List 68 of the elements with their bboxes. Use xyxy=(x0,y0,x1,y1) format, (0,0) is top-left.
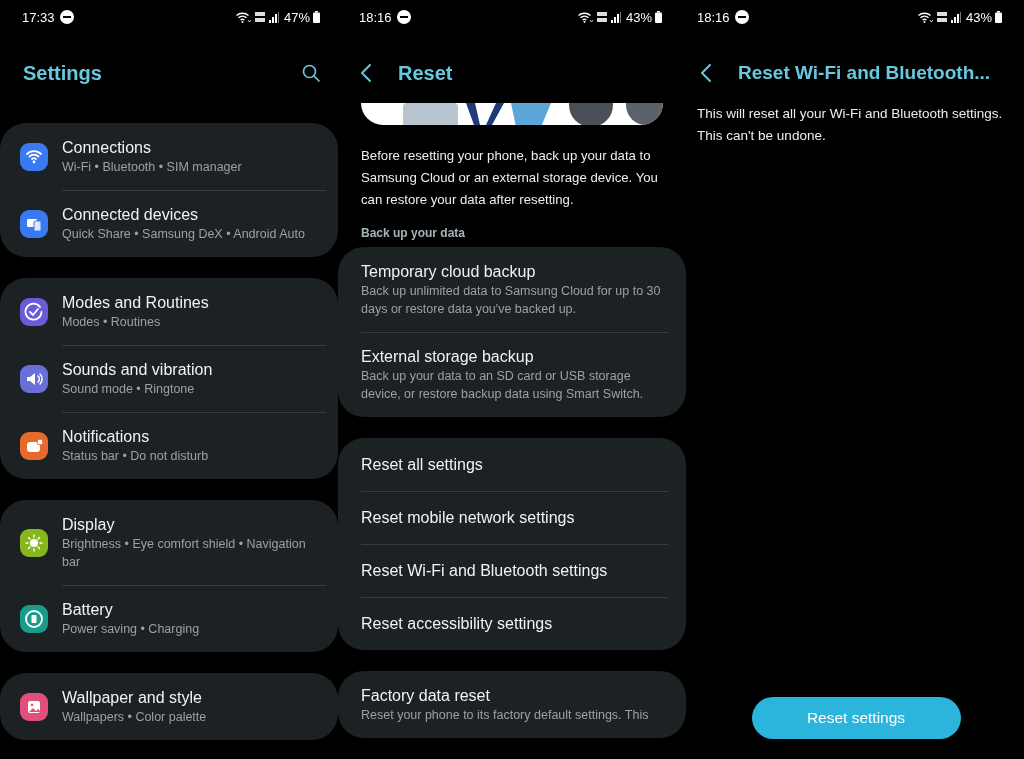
signal-icon xyxy=(950,11,961,23)
settings-item[interactable]: Notifications Status bar • Do not disturb xyxy=(0,412,338,479)
battery-icon xyxy=(655,11,662,23)
do-not-disturb-icon xyxy=(59,10,74,24)
do-not-disturb-icon xyxy=(734,10,749,24)
settings-item[interactable]: Factory data reset Reset your phone to its factory default settings. This xyxy=(338,671,686,738)
item-title: External storage backup xyxy=(361,347,535,367)
status-time: 18:16 xyxy=(359,9,392,25)
wifi-icon xyxy=(234,11,251,23)
item-subtitle: Quick Share • Samsung DeX • Android Auto xyxy=(62,226,305,243)
status-time: 18:16 xyxy=(697,9,730,25)
battery-percentage: 43% xyxy=(625,9,652,25)
settings-item[interactable]: Connected devices Quick Share • Samsung DeX • Android Auto xyxy=(0,190,338,257)
item-title: Factory data reset xyxy=(361,686,491,706)
item-title: Reset mobile network settings xyxy=(361,508,575,528)
signal-icon xyxy=(268,11,279,23)
settings-item[interactable]: Modes and Routines Modes • Routines xyxy=(0,278,338,345)
back-icon[interactable] xyxy=(700,63,712,83)
settings-item[interactable]: Reset Wi-Fi and Bluetooth settings xyxy=(338,544,686,597)
settings-item[interactable]: Reset mobile network settings xyxy=(338,491,686,544)
item-subtitle: Reset your phone to its factory default settings. This xyxy=(361,707,649,724)
item-title: Temporary cloud backup xyxy=(361,262,537,282)
item-title: Display xyxy=(62,515,116,535)
item-subtitle: Brightness • Eye comfort shield • Navigation bar xyxy=(62,536,307,571)
settings-item[interactable]: Sounds and vibration Sound mode • Ringtone xyxy=(0,345,338,412)
search-icon[interactable] xyxy=(302,64,320,82)
signal-icon xyxy=(610,11,621,23)
item-title: Connected devices xyxy=(62,205,200,225)
settings-item[interactable]: Reset accessibility settings xyxy=(338,597,686,650)
item-subtitle: Wi-Fi • Bluetooth • SIM manager xyxy=(62,159,242,176)
settings-item[interactable]: External storage backup Back up your data to an SD card or USB storage device, or restore backup data using Smart Switch. xyxy=(338,332,686,417)
item-subtitle: Sound mode • Ringtone xyxy=(62,381,196,398)
battery-percentage: 43% xyxy=(965,9,992,25)
settings-item[interactable]: Reset all settings xyxy=(338,438,686,491)
item-subtitle: Wallpapers • Color palette xyxy=(62,709,207,726)
settings-item[interactable]: Connections Wi-Fi • Bluetooth • SIM manager xyxy=(0,123,338,190)
message-text: This will reset all your Wi-Fi and Bluetooth settings. This can't be undone. xyxy=(697,105,1004,145)
wifi-icon xyxy=(916,11,933,23)
item-title: Reset accessibility settings xyxy=(361,614,553,634)
item-title: Connections xyxy=(62,138,152,158)
battery-percentage: 47% xyxy=(283,9,310,25)
screen-title: Reset Wi-Fi and Bluetooth... xyxy=(738,62,991,84)
screen-title: Settings xyxy=(23,61,102,85)
item-subtitle: Back up unlimited data to Samsung Cloud for up to 30 days or restore data you've backed up. xyxy=(361,283,662,318)
settings-item[interactable]: Temporary cloud backup Back up unlimited data to Samsung Cloud for up to 30 days or restore data you've backed up. xyxy=(338,247,686,332)
item-title: Modes and Routines xyxy=(62,293,209,313)
item-title: Wallpaper and style xyxy=(62,688,203,708)
item-subtitle: Status bar • Do not disturb xyxy=(62,448,209,465)
settings-item[interactable]: Display Brightness • Eye comfort shield • Navigation bar xyxy=(0,500,338,585)
status-time: 17:33 xyxy=(22,9,55,25)
item-title: Sounds and vibration xyxy=(62,360,213,380)
battery-icon xyxy=(995,11,1002,23)
section-header: Back up your data xyxy=(361,226,467,240)
battery-icon xyxy=(313,11,320,23)
item-title: Battery xyxy=(62,600,114,620)
settings-item[interactable]: Wallpaper and style Wallpapers • Color palette xyxy=(0,673,338,740)
item-title: Reset Wi-Fi and Bluetooth settings xyxy=(361,561,608,581)
wifi-icon xyxy=(576,11,593,23)
intro-text: Before resetting your phone, back up your data to Samsung Cloud or an external storage device. You can restore your data after resetting. xyxy=(361,147,659,209)
back-icon[interactable] xyxy=(360,63,372,83)
item-title: Reset all settings xyxy=(361,455,483,475)
item-subtitle: Back up your data to an SD card or USB storage device, or restore backup data using Smart Switch. xyxy=(361,368,645,403)
settings-item[interactable]: Battery Power saving • Charging xyxy=(0,585,338,652)
item-subtitle: Power saving • Charging xyxy=(62,621,200,638)
screen-title: Reset xyxy=(398,61,453,85)
do-not-disturb-icon xyxy=(396,10,411,24)
item-title: Notifications xyxy=(62,427,151,447)
item-subtitle: Modes • Routines xyxy=(62,314,162,331)
